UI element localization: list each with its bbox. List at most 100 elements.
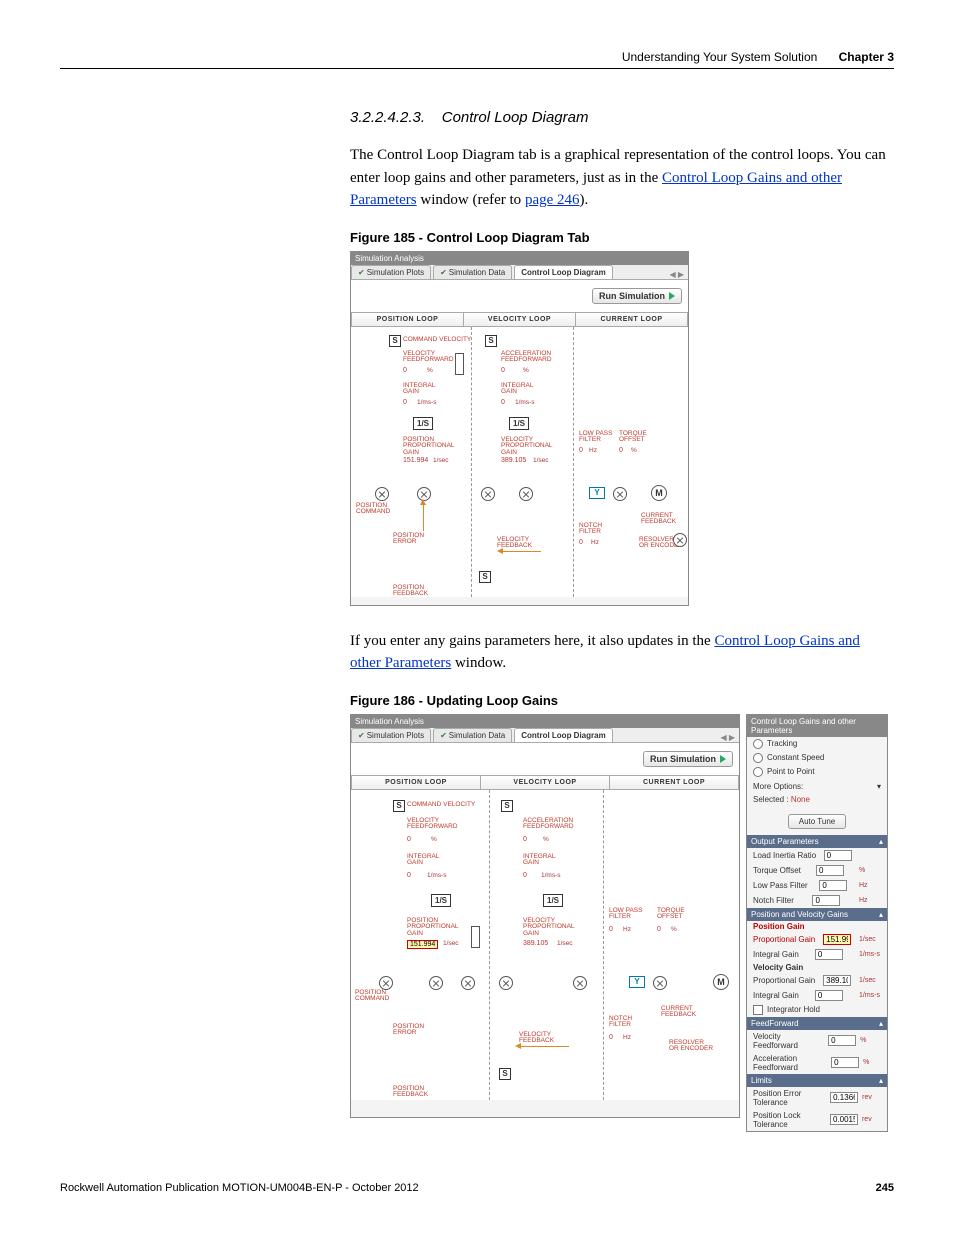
auto-tune-button[interactable]: Auto Tune <box>788 814 846 829</box>
label-position-error: POSITION ERROR <box>393 533 424 546</box>
label-integral-gain-vel: INTEGRAL GAIN <box>501 383 534 396</box>
sum-node <box>429 976 443 990</box>
s-block: S <box>499 1068 511 1080</box>
collapse-icon: ▴ <box>879 910 883 919</box>
input-pos-err-tol[interactable] <box>830 1092 858 1103</box>
value-vel-prop-gain[interactable]: 389.105 <box>501 457 526 464</box>
label-torque-offset: TORQUE OFFSET <box>657 908 685 921</box>
tabs-scroll-arrows[interactable]: ◀ ▶ <box>720 733 739 742</box>
section-output-parameters[interactable]: Output Parameters▴ <box>747 835 887 848</box>
play-icon <box>669 292 675 300</box>
integrator-block-vel: 1/S <box>543 894 563 907</box>
tab-simulation-plots[interactable]: ✔Simulation Plots <box>351 728 431 742</box>
section-feedforward[interactable]: FeedForward▴ <box>747 1017 887 1030</box>
tabs-bar: ✔Simulation Plots ✔Simulation Data Contr… <box>351 728 739 743</box>
input-load-inertia[interactable] <box>824 850 852 861</box>
input-accel-ff[interactable] <box>831 1057 859 1068</box>
figure-186-caption: Figure 186 - Updating Loop Gains <box>350 693 894 708</box>
integrator-block-pos: 1/S <box>413 417 433 430</box>
input-pos-lock-tol[interactable] <box>830 1114 858 1125</box>
label-torque-offset: TORQUE OFFSET <box>619 431 647 444</box>
input-torque-offset[interactable] <box>816 865 844 876</box>
tab-simulation-plots[interactable]: ✔Simulation Plots <box>351 265 431 279</box>
tabs-scroll-arrows[interactable]: ◀ ▶ <box>669 270 688 279</box>
sum-node <box>481 487 495 501</box>
subhead-position-gain: Position Gain <box>747 921 887 932</box>
slider-pos-prop-gain[interactable] <box>471 926 480 948</box>
input-pos-int-gain[interactable] <box>815 949 843 960</box>
col-position-loop: POSITION LOOP <box>352 313 464 326</box>
run-simulation-button[interactable]: Run Simulation <box>643 751 733 767</box>
loop-column-headers: POSITION LOOP VELOCITY LOOP CURRENT LOOP <box>351 312 688 327</box>
run-simulation-button[interactable]: Run Simulation <box>592 288 682 304</box>
label-vel-prop-gain: VELOCITY PROPORTIONAL GAIN <box>501 437 553 457</box>
figure-185-caption: Figure 185 - Control Loop Diagram Tab <box>350 230 894 245</box>
figure-185: Simulation Analysis ✔Simulation Plots ✔S… <box>350 251 689 606</box>
paragraph-2: If you enter any gains parameters here, … <box>350 630 894 675</box>
label-pos-prop-gain: POSITION PROPORTIONAL GAIN <box>407 918 459 938</box>
slider-velocity-ff[interactable] <box>455 353 464 375</box>
s-block: S <box>393 800 405 812</box>
label-integral-gain-pos: INTEGRAL GAIN <box>407 854 440 867</box>
tab-simulation-data[interactable]: ✔Simulation Data <box>433 728 512 742</box>
tab-simulation-data[interactable]: ✔Simulation Data <box>433 265 512 279</box>
col-velocity-loop: VELOCITY LOOP <box>464 313 576 326</box>
input-velocity-ff[interactable] <box>828 1035 856 1046</box>
section-limits[interactable]: Limits▴ <box>747 1074 887 1087</box>
sum-node <box>461 976 475 990</box>
input-vel-int-gain[interactable] <box>815 990 843 1001</box>
integrator-block-pos: 1/S <box>431 894 451 907</box>
label-accel-ff: ACCELERATION FEEDFORWARD <box>523 818 574 831</box>
more-options-toggle[interactable]: More Options:▾ <box>747 779 887 794</box>
footer-publication: Rockwell Automation Publication MOTION-U… <box>60 1182 419 1194</box>
section-heading: 3.2.2.4.2.3. Control Loop Diagram <box>350 109 894 126</box>
header-title: Understanding Your System Solution <box>622 50 817 64</box>
label-lowpass: LOW PASS FILTER <box>609 908 642 921</box>
tab-control-loop-diagram[interactable]: Control Loop Diagram <box>514 728 612 742</box>
play-icon <box>720 755 726 763</box>
input-lowpass[interactable] <box>819 880 847 891</box>
label-current-feedback: CURRENT FEEDBACK <box>661 1006 696 1019</box>
label-position-command: POSITION COMMAND <box>355 990 389 1003</box>
link-page-246[interactable]: page 246 <box>525 192 580 208</box>
motor-block: M <box>713 974 729 990</box>
value-pos-prop-gain[interactable]: 151.994 <box>403 457 428 464</box>
label-integral-gain-pos: INTEGRAL GAIN <box>403 383 436 396</box>
tab-control-loop-diagram[interactable]: Control Loop Diagram <box>514 265 612 279</box>
radio-tracking[interactable] <box>753 739 763 749</box>
sum-node <box>499 976 513 990</box>
input-pos-prop-gain[interactable] <box>823 934 851 945</box>
value-vel-prop-gain[interactable]: 389.105 <box>523 940 548 947</box>
sum-node <box>379 976 393 990</box>
input-notch[interactable] <box>812 895 840 906</box>
label-current-feedback: CURRENT FEEDBACK <box>641 513 676 526</box>
label-pos-prop-gain: POSITION PROPORTIONAL GAIN <box>403 437 455 457</box>
input-pos-prop-gain[interactable]: 151.994 <box>407 940 438 949</box>
col-current-loop: CURRENT LOOP <box>576 313 687 326</box>
tabs-bar: ✔Simulation Plots ✔Simulation Data Contr… <box>351 265 688 280</box>
section-position-velocity-gains[interactable]: Position and Velocity Gains▴ <box>747 908 887 921</box>
subhead-velocity-gain: Velocity Gain <box>747 962 887 973</box>
label-position-error: POSITION ERROR <box>393 1024 424 1037</box>
paragraph-1: The Control Loop Diagram tab is a graphi… <box>350 144 894 212</box>
loop-column-headers: POSITION LOOP VELOCITY LOOP CURRENT LOOP <box>351 775 739 790</box>
sum-node <box>519 487 533 501</box>
radio-constant-speed[interactable] <box>753 753 763 763</box>
input-vel-prop-gain[interactable] <box>823 975 851 986</box>
diagram-canvas: S COMMAND VELOCITY VELOCITY FEEDFORWARD … <box>351 790 739 1100</box>
s-block: S <box>501 800 513 812</box>
label-velocity-feedback: VELOCITY FEEDBACK <box>497 537 532 550</box>
label-notch: NOTCH FILTER <box>609 1016 632 1029</box>
sum-node <box>653 976 667 990</box>
collapse-icon: ▴ <box>879 1076 883 1085</box>
radio-point-to-point[interactable] <box>753 767 763 777</box>
header-chapter: Chapter 3 <box>839 50 894 64</box>
label-accel-ff: ACCELERATION FEEDFORWARD <box>501 351 552 364</box>
section-number: 3.2.2.4.2.3. <box>350 109 425 126</box>
side-panel-title: Control Loop Gains and other Parameters <box>747 715 887 737</box>
label-position-command: POSITION COMMAND <box>356 503 390 516</box>
checkbox-integrator-hold[interactable] <box>753 1005 763 1015</box>
footer-page-number: 245 <box>876 1182 894 1194</box>
label-velocity-ff: VELOCITY FEEDFORWARD <box>403 351 454 364</box>
collapse-icon: ▴ <box>879 837 883 846</box>
